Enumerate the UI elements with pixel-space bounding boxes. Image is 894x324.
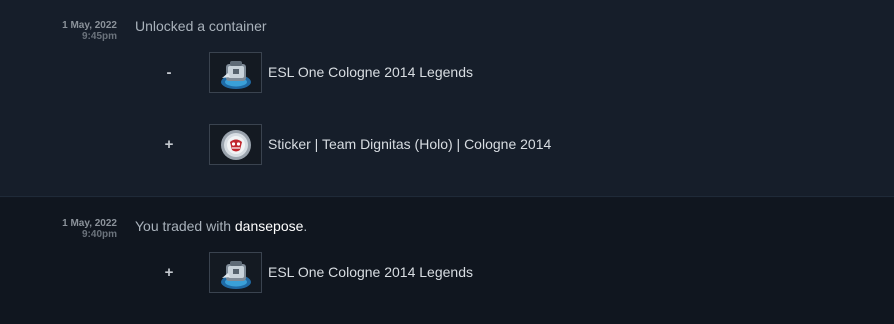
item-thumbnail[interactable] [209, 124, 262, 165]
history-description: You traded with dansepose. [135, 218, 307, 234]
history-date-time: 9:45pm [81, 31, 117, 42]
case-icon [221, 261, 251, 289]
history-date: 1 May, 2022 9:40pm [20, 218, 117, 240]
description-suffix: . [303, 218, 308, 234]
item-change-sign: - [166, 64, 172, 81]
item-change-sign: + [164, 264, 174, 281]
history-date: 1 May, 2022 9:45pm [20, 20, 117, 42]
item-change-sign: + [164, 136, 174, 153]
history-item: + Sticker | Team Dignitas (Holo) | Colog… [0, 124, 894, 166]
history-date-time: 9:40pm [81, 229, 117, 240]
history-row: 1 May, 2022 9:40pm You traded with danse… [0, 198, 894, 324]
item-name[interactable]: ESL One Cologne 2014 Legends [268, 264, 473, 280]
case-icon [221, 61, 251, 89]
description-prefix: You traded with [135, 218, 235, 234]
history-row: 1 May, 2022 9:45pm Unlocked a container … [0, 0, 894, 197]
item-thumbnail[interactable] [209, 52, 262, 93]
history-date-day: 1 May, 2022 [62, 20, 117, 31]
trade-partner-link[interactable]: dansepose [235, 218, 304, 234]
history-item: + ESL One Cologne 2014 Legends [0, 252, 894, 294]
history-item: - ESL One Cologne 2014 Legends [0, 52, 894, 94]
history-date-day: 1 May, 2022 [62, 218, 117, 229]
item-name[interactable]: ESL One Cologne 2014 Legends [268, 64, 473, 80]
item-thumbnail[interactable] [209, 252, 262, 293]
history-description: Unlocked a container [135, 18, 267, 34]
item-name[interactable]: Sticker | Team Dignitas (Holo) | Cologne… [268, 136, 551, 152]
sticker-icon [221, 130, 251, 160]
